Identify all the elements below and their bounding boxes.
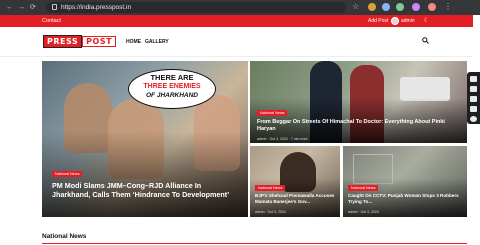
settings-icon[interactable] — [470, 116, 477, 122]
featured-bottom-left-title[interactable]: BJP's Shehzad Poonawalla Accuses Mamata … — [255, 193, 337, 204]
featured-bottom-right-card[interactable]: National News Caught On CCTV: Punjab Wom… — [343, 146, 467, 217]
tool-icon[interactable] — [470, 76, 477, 82]
avatar[interactable] — [391, 17, 399, 25]
address-text: https://india.presspost.in — [61, 4, 132, 11]
overlay-text-3: OF JHARKHAND — [146, 92, 198, 99]
lock-icon — [52, 4, 57, 10]
category-badge[interactable]: National News — [348, 185, 379, 191]
section-divider — [42, 243, 467, 244]
reload-icon[interactable]: ⟳ — [30, 3, 36, 12]
search-icon[interactable] — [422, 37, 429, 44]
featured-bottom-right-title[interactable]: Caught On CCTV: Punjab Woman Stops 3 Rob… — [348, 193, 462, 204]
menu-kebab-icon[interactable]: ⋮ — [444, 2, 452, 11]
tool-icon[interactable] — [470, 96, 477, 102]
featured-main-card[interactable]: THERE ARE THREE ENEMIES OF JHARKHAND Nat… — [42, 61, 248, 217]
featured-bottom-left-card[interactable]: National News BJP's Shehzad Poonawalla A… — [250, 146, 340, 217]
extension-icon[interactable] — [412, 3, 420, 11]
overlay-text-2: THREE ENEMIES — [143, 83, 201, 90]
featured-main-title[interactable]: PM Modi Slams JMM–Cong–RJD Alliance In J… — [52, 181, 237, 199]
post-meta: admin · Oct 3, 2024 — [255, 210, 286, 214]
section-title: National News — [42, 233, 87, 240]
featured-top-title[interactable]: From Beggar On Streets Of Himachal To Do… — [257, 119, 457, 132]
category-badge[interactable]: National News — [52, 171, 83, 177]
nav-home[interactable]: HOME — [126, 39, 141, 45]
back-icon[interactable]: ← — [6, 3, 13, 12]
site-logo[interactable]: PRESS POST — [43, 35, 117, 48]
extension-icon[interactable] — [396, 3, 404, 11]
address-bar[interactable]: https://india.presspost.in — [46, 2, 346, 13]
extension-icon[interactable] — [368, 3, 376, 11]
overlay-text-1: THERE ARE — [150, 73, 194, 82]
tool-icon[interactable] — [470, 106, 477, 112]
side-toolbar — [467, 72, 480, 124]
logo-press: PRESS — [43, 35, 83, 48]
nav-gallery[interactable]: GALLERY — [145, 39, 169, 45]
extension-icon[interactable] — [382, 3, 390, 11]
contact-link[interactable]: Contact — [42, 17, 61, 25]
user-menu[interactable]: admin — [401, 17, 415, 25]
camera-icon[interactable] — [470, 86, 477, 92]
logo-post: POST — [82, 36, 117, 47]
category-badge[interactable]: National News — [255, 185, 286, 191]
bookmark-star-icon[interactable]: ☆ — [352, 3, 360, 11]
site-header: PRESS POST HOME GALLERY — [0, 27, 473, 57]
post-meta: admin · Oct 3, 2024 · 7 min read — [257, 137, 308, 141]
featured-top-card[interactable]: National News From Beggar On Streets Of … — [250, 61, 467, 143]
category-badge[interactable]: National News — [257, 110, 288, 116]
top-bar: Contact Add Post admin ☾ — [0, 15, 473, 27]
dark-mode-icon[interactable]: ☾ — [424, 17, 429, 25]
profile-avatar-icon[interactable] — [428, 3, 436, 11]
add-post-link[interactable]: Add Post — [368, 17, 388, 25]
post-meta: admin · Oct 3, 2024 — [348, 210, 379, 214]
forward-icon[interactable]: → — [18, 3, 25, 12]
browser-toolbar: ← → ⟳ https://india.presspost.in ☆ ⋮ — [0, 0, 480, 15]
